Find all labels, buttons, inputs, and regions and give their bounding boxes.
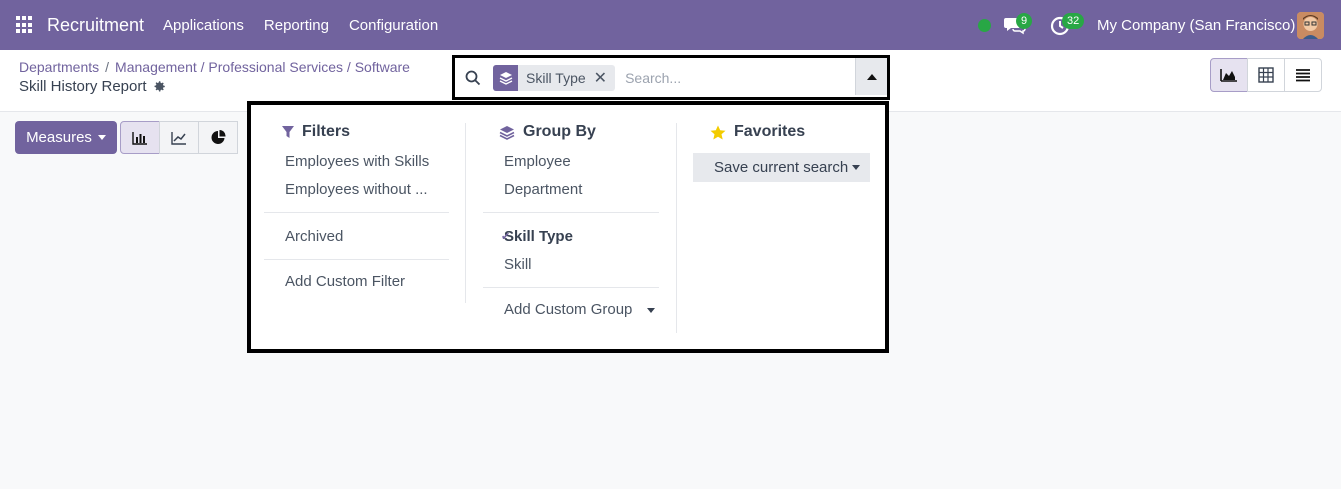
search-icon — [465, 70, 481, 85]
filters-title: Filters — [302, 123, 351, 140]
page-title: Skill History Report — [19, 78, 166, 95]
divider — [264, 212, 449, 213]
filter-archived[interactable]: Archived — [264, 223, 449, 251]
app-brand[interactable]: Recruitment — [47, 15, 144, 36]
pie-chart-icon — [211, 130, 226, 144]
divider — [483, 287, 659, 288]
group-by-column: Group By Employee Department Skill Type … — [483, 121, 659, 324]
apps-menu-icon[interactable] — [16, 16, 34, 34]
breadcrumb: Departments / Management / Professional … — [19, 59, 410, 75]
view-switcher — [1210, 58, 1322, 92]
caret-down-icon — [646, 307, 655, 313]
menu-reporting[interactable]: Reporting — [264, 17, 329, 34]
caret-down-icon — [97, 135, 106, 140]
caret-up-icon — [866, 73, 877, 80]
filters-column: Filters Employees with Skills Employees … — [264, 121, 449, 296]
filter-employees-without-skills[interactable]: Employees without ... — [264, 176, 449, 204]
divider — [264, 259, 449, 260]
search-inner: Skill Type ✕ — [461, 62, 881, 93]
chat-icon[interactable]: 9 — [1004, 13, 1033, 35]
search-panel-toggle-button[interactable] — [855, 58, 887, 95]
save-current-search-label: Save current search — [714, 159, 849, 176]
gear-icon[interactable] — [153, 80, 166, 93]
filters-header: Filters — [264, 121, 449, 143]
list-icon — [1296, 69, 1310, 82]
search-panel-dropdown: Filters Employees with Skills Employees … — [247, 101, 889, 353]
group-by-title: Group By — [523, 123, 596, 140]
menu-applications[interactable]: Applications — [163, 17, 244, 34]
favorites-header: Favorites — [693, 121, 878, 143]
caret-down-icon — [852, 165, 860, 170]
chat-badge: 9 — [1016, 13, 1033, 29]
layers-icon — [493, 64, 518, 91]
add-custom-group-select[interactable]: Add Custom Group — [483, 296, 659, 324]
column-separator — [465, 123, 466, 303]
add-custom-group-label: Add Custom Group — [504, 301, 633, 318]
bar-chart-button[interactable] — [120, 121, 160, 154]
group-by-header: Group By — [483, 121, 659, 143]
breadcrumb-separator: / — [105, 59, 110, 75]
filter-icon — [282, 125, 294, 138]
presence-status-dot — [978, 19, 991, 32]
page-title-text: Skill History Report — [19, 78, 147, 95]
breadcrumb-department-path[interactable]: Management / Professional Services / Sof… — [115, 59, 410, 75]
filter-employees-with-skills[interactable]: Employees with Skills — [264, 148, 449, 176]
save-current-search-button[interactable]: Save current search — [693, 153, 870, 182]
line-chart-icon — [171, 131, 186, 145]
facet-label: Skill Type — [526, 69, 586, 86]
divider — [483, 212, 659, 213]
pivot-icon — [1258, 67, 1274, 83]
activity-badge: 32 — [1062, 13, 1085, 29]
group-by-employee[interactable]: Employee — [483, 148, 659, 176]
main-menu: Applications Reporting Configuration — [163, 17, 438, 34]
star-icon — [710, 125, 726, 139]
group-by-department[interactable]: Department — [483, 176, 659, 204]
breadcrumb-departments[interactable]: Departments — [19, 59, 99, 75]
pivot-view-button[interactable] — [1247, 58, 1285, 92]
line-chart-button[interactable] — [159, 121, 199, 154]
search-bar: Skill Type ✕ — [452, 55, 890, 100]
user-avatar[interactable] — [1297, 12, 1324, 39]
list-view-button[interactable] — [1284, 58, 1322, 92]
menu-configuration[interactable]: Configuration — [349, 17, 438, 34]
add-custom-filter-button[interactable]: Add Custom Filter — [264, 268, 449, 296]
measures-label: Measures — [26, 129, 92, 146]
measures-dropdown-button[interactable]: Measures — [15, 121, 117, 154]
favorites-title: Favorites — [734, 123, 806, 140]
activity-clock-icon[interactable]: 32 — [1050, 13, 1085, 37]
column-separator — [676, 123, 677, 333]
bar-chart-icon — [132, 131, 147, 145]
graph-view-button[interactable] — [1210, 58, 1248, 92]
pie-chart-button[interactable] — [198, 121, 238, 154]
favorites-column: Favorites Save current search — [693, 121, 878, 182]
close-icon[interactable]: ✕ — [594, 68, 615, 88]
top-navbar: Recruitment Applications Reporting Confi… — [0, 0, 1341, 50]
company-switcher[interactable]: My Company (San Francisco) — [1097, 17, 1295, 34]
graph-icon — [1220, 69, 1237, 82]
group-by-skill-type[interactable]: Skill Type — [483, 223, 659, 251]
search-facet: Skill Type ✕ — [493, 64, 616, 91]
search-input[interactable] — [625, 69, 846, 86]
group-by-skill[interactable]: Skill — [483, 251, 659, 279]
layers-icon — [499, 125, 515, 140]
chart-type-group — [120, 121, 238, 154]
